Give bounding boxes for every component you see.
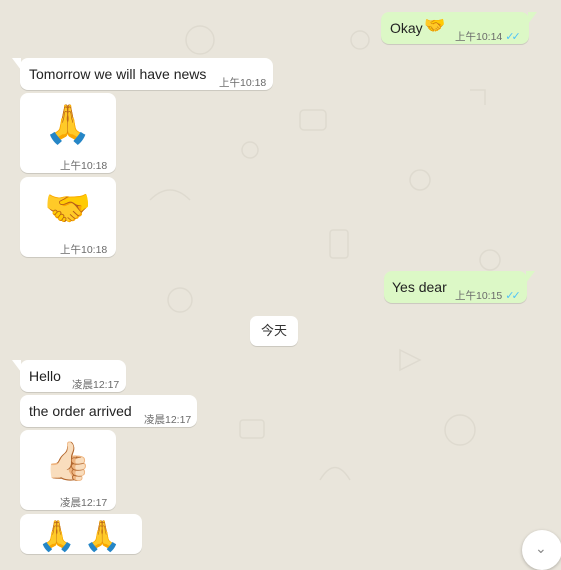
message-bubble-incoming[interactable]: the order arrived 凌晨12:17 (20, 395, 197, 427)
message-text: the order arrived (29, 403, 132, 419)
message-time: 凌晨12:17 (60, 497, 108, 509)
folded-hands-emoji: 🙏 🙏 (38, 520, 122, 553)
message-time: 上午10:18 (219, 77, 267, 89)
message-time: 凌晨12:17 (144, 414, 192, 426)
handshake-emoji: 🤝 (44, 188, 92, 230)
message-bubble-outgoing[interactable]: Yes dear 上午10:15 ✓✓ (384, 271, 535, 303)
message-text: Yes dear (392, 279, 447, 295)
message-text: Tomorrow we will have news (29, 66, 207, 82)
emoji-message-card[interactable]: 🤝 上午10:18 (20, 177, 116, 257)
chevron-down-icon: ⌄ (535, 540, 547, 556)
message-time: 上午10:18 (60, 244, 108, 256)
folded-hands-emoji: 🙏 (44, 104, 92, 146)
message-time: 上午10:15 (455, 290, 503, 302)
emoji-message-card[interactable]: 👍🏻 凌晨12:17 (20, 430, 116, 510)
message-time: 上午10:18 (60, 160, 108, 172)
emoji-message-card[interactable]: 🙏 上午10:18 (20, 93, 116, 173)
double-check-icon: ✓✓ (505, 290, 521, 302)
message-time: 凌晨12:17 (72, 379, 120, 391)
message-bubble-incoming[interactable]: Tomorrow we will have news 上午10:18 (12, 58, 273, 90)
handshake-emoji: 🤝 (424, 16, 446, 35)
message-text: Hello (29, 368, 61, 384)
message-time: 上午10:14 (455, 31, 503, 43)
message-bubble-incoming[interactable]: Hello 凌晨12:17 (12, 360, 126, 392)
double-check-icon: ✓✓ (505, 31, 521, 43)
message-text: Okay (390, 20, 423, 36)
scroll-down-button[interactable]: ⌄ (522, 530, 561, 570)
message-bubble-outgoing[interactable]: Okay 🤝 上午10:14 ✓✓ (381, 12, 537, 44)
thumbs-up-emoji: 👍🏻 (44, 441, 92, 483)
emoji-message-card[interactable]: 🙏 🙏 (20, 514, 142, 554)
date-divider: 今天 (250, 316, 298, 346)
